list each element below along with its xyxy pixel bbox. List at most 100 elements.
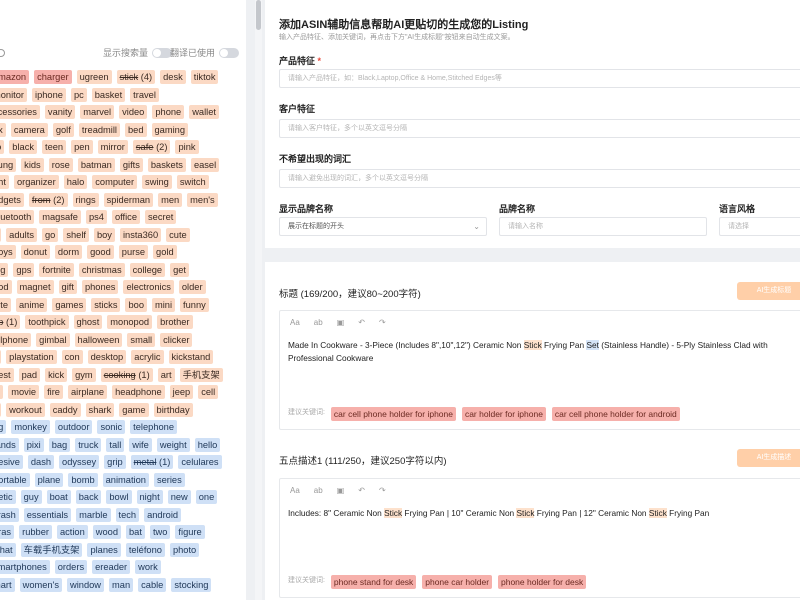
keyword-tag[interactable]: weight [156,437,190,452]
keyword-tag[interactable]: older [178,280,206,294]
keyword-tag[interactable]: camera [10,122,48,137]
ai-generate-bullet-button[interactable]: AI生成描述 [737,449,800,467]
keyword-tag[interactable]: window [67,577,105,592]
keyword-tag[interactable]: funny [180,297,209,312]
keyword-tag[interactable]: rings [72,192,99,207]
keyword-tag[interactable]: black [9,140,37,154]
feature-input[interactable]: 请输入产品特征，如：Black,Laptop,Office & Home,Sti… [279,69,800,88]
keyword-tag[interactable]: clicker [160,332,193,347]
exclude-input[interactable]: 请输入避免出现的词汇，多个以英文逗号分隔 [279,169,800,188]
keyword-tag[interactable]: photo [169,542,200,557]
keyword-tag[interactable]: back [75,490,102,504]
keyword-tag[interactable]: get [170,262,190,277]
keyword-tag[interactable]: toothpick [25,315,69,329]
keyword-tag[interactable]: men's [187,192,218,207]
keyword-tag[interactable]: planes [87,542,121,557]
lang-style-select[interactable]: 请选择 [719,217,800,236]
keyword-tag[interactable]: 手机支架 [179,367,223,382]
keyword-tag[interactable]: travel [130,87,159,102]
keyword-tag[interactable]: n [0,350,2,364]
keyword-tag[interactable]: golf [52,122,74,137]
keyword-tag[interactable]: ellphone [0,332,32,347]
keyword-tag[interactable]: teen [42,140,67,154]
font-size-icon[interactable]: Aa [290,318,300,327]
keyword-tag[interactable]: safe (2) [132,140,171,154]
keyword-tag[interactable]: college [129,262,166,277]
keyword-tag[interactable]: kick [45,367,68,382]
keyword-tag[interactable]: playstation [6,350,57,364]
keyword-tag[interactable]: boy [93,227,115,242]
keyword-tag[interactable]: ccessories [0,105,40,119]
keyword-tag[interactable]: best [0,367,14,382]
keyword-tag[interactable]: from (2) [28,192,68,207]
keyword-tag[interactable]: boat [46,490,71,504]
keyword-tag[interactable]: grip [104,455,126,469]
keyword-tag[interactable]: ght [0,175,9,189]
keyword-tag[interactable]: electronics [123,280,174,294]
keyword-tag[interactable]: metal (1) [130,455,174,469]
keyword-tag[interactable]: orders [54,560,88,574]
keyword-tag[interactable]: outdoor [54,420,93,434]
translate-toggle[interactable]: 翻译已使用 [170,46,240,59]
keyword-tag[interactable]: swing [142,175,172,189]
keyword-tag[interactable]: le [0,385,4,399]
keyword-tag[interactable]: monitor [0,87,28,102]
keyword-tag[interactable]: caddy [49,402,81,417]
keyword-tag[interactable]: airplane [67,385,108,399]
keyword-tag[interactable]: art [157,367,175,382]
keyword-tag[interactable]: baskets [147,157,186,172]
keyword-tag[interactable]: movie [8,385,40,399]
translate-switch[interactable] [219,47,240,58]
suggested-keyword[interactable]: phone holder for desk [498,575,587,589]
keyword-tag[interactable]: kids [21,157,44,172]
redo-icon[interactable]: ↷ [379,486,386,495]
keyword-tag[interactable]: halloween [74,332,123,347]
keyword-tag[interactable]: easel [190,157,220,172]
keyword-tag[interactable]: magsafe [39,210,81,224]
suggested-keyword[interactable]: car cell phone holder for iphone [330,407,456,421]
keyword-tag[interactable]: christmas [78,262,125,277]
keyword-tag[interactable]: tech [115,507,140,522]
keyword-tag[interactable]: good [87,245,114,259]
keyword-tag[interactable]: new [167,490,191,504]
keyword-tag[interactable]: stocking [171,577,212,592]
keyword-tag[interactable]: switch [176,175,209,189]
suggested-keyword[interactable]: phone stand for desk [330,575,417,589]
keyword-tag[interactable]: man [109,577,134,592]
keyword-tag[interactable]: mini [152,297,176,312]
title-text[interactable]: Made In Cookware - 3-Piece (Includes 8",… [280,333,800,365]
keyword-tag[interactable]: games [52,297,87,312]
keyword-tag[interactable]: ng [0,420,7,434]
keyword-tag[interactable]: hesive [0,455,23,469]
keyword-tag[interactable]: tiktok [190,70,219,84]
keyword-tag[interactable]: game [119,402,149,417]
keyword-tag[interactable]: headphone [112,385,165,399]
case-icon[interactable]: ab [314,318,323,327]
keyword-tag[interactable]: fire [44,385,63,399]
keyword-tag[interactable]: bed [124,122,147,137]
keyword-tag[interactable]: pod [0,280,12,294]
keyword-tag[interactable]: basket [91,87,126,102]
keyword-tag[interactable]: crash [0,507,19,522]
keyword-tag[interactable]: odyssey [59,455,100,469]
keyword-tag[interactable]: up (1) [0,315,21,329]
keyword-tag[interactable]: pen [71,140,93,154]
keyword-tag[interactable]: mart [0,577,15,592]
keyword-tag[interactable]: computer [92,175,138,189]
redo-icon[interactable]: ↷ [379,318,386,327]
keyword-tag[interactable]: stick (4) [116,70,156,84]
search-volume-toggle[interactable]: 显示搜索量 [103,46,173,59]
keyword-tag[interactable]: marvel [80,105,115,119]
keyword-tag[interactable]: sticks [91,297,121,312]
keyword-tag[interactable]: cable [138,577,167,592]
keyword-tag[interactable]: kickstand [168,350,214,364]
keyword-tag[interactable]: truck [75,437,102,452]
keyword-tag[interactable]: wife [129,437,152,452]
keyword-tag[interactable]: halo [63,175,88,189]
keyword-tag[interactable]: one [195,490,218,504]
keyword-tag[interactable]: figure [175,525,205,539]
keyword-tag[interactable]: vanity [44,105,76,119]
keyword-tag[interactable]: small [127,332,156,347]
keyword-tag[interactable]: magnet [16,280,54,294]
keyword-tag[interactable]: desktop [87,350,127,364]
